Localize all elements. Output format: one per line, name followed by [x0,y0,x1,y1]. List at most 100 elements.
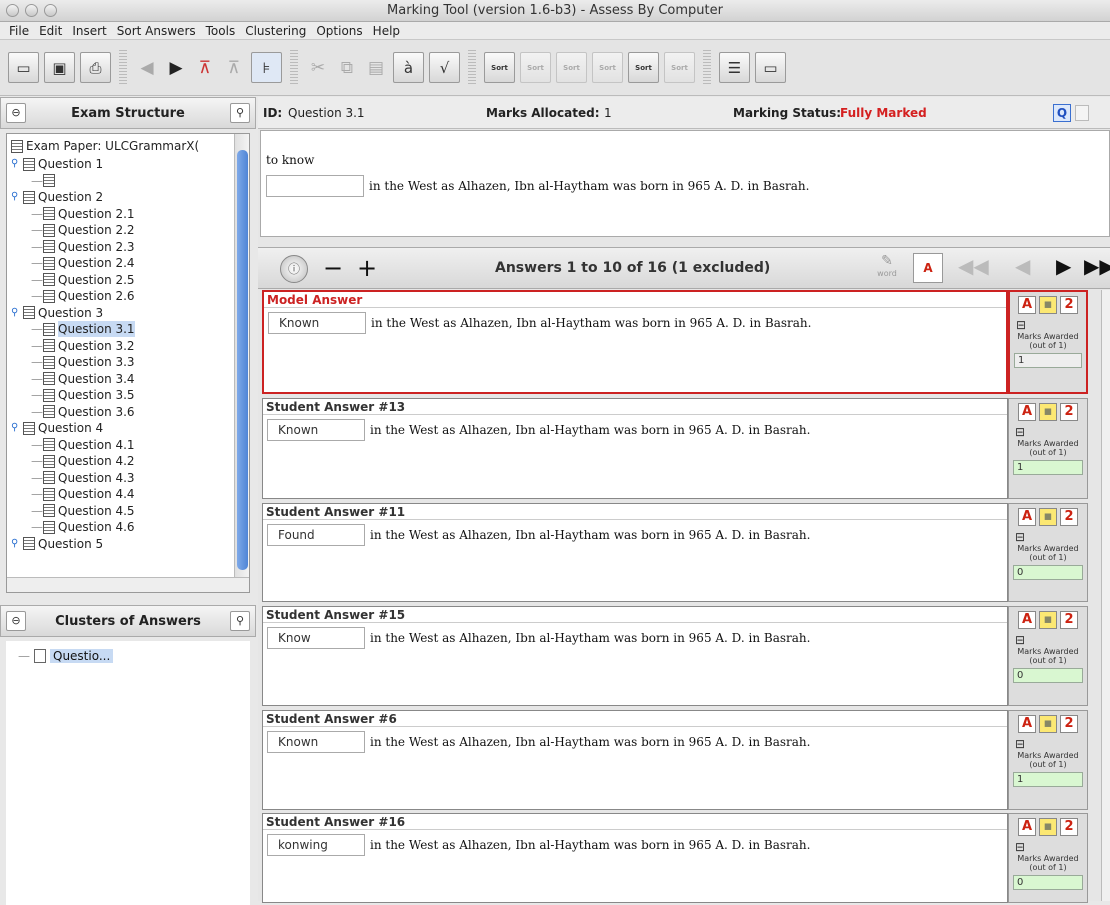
mark-input[interactable]: 0 [1013,875,1083,890]
toolbar-grip-4[interactable] [703,49,711,86]
tree-item[interactable]: ⚲ Question 5 [11,536,103,552]
model-answer-card[interactable]: Model Answer Known in the West as Alhazen,… [262,290,1008,394]
sort-a-icon[interactable]: Sort [556,52,587,83]
annotate-icon[interactable]: A [1018,715,1036,733]
tree-toggle-icon[interactable]: ⚲ [11,156,21,172]
tree-scroll-thumb[interactable] [237,150,248,570]
tree-item[interactable]: — Question 4.6 [31,519,135,535]
tree-toggle-icon[interactable]: ⚲ [11,189,21,205]
zoom-out-button[interactable]: − [318,254,348,284]
menu-insert[interactable]: Insert [67,22,111,39]
student-answer-card[interactable]: Student Answer #11 Found in the West as Al… [262,503,1008,602]
tree-item[interactable]: ⚲ Question 3 [11,305,103,321]
tree-item[interactable]: — Question 2.2 [31,222,135,238]
answer-fill[interactable]: Found [267,524,365,546]
highlight-icon[interactable]: 2 [1060,403,1078,421]
info-icon[interactable]: ⓘ [280,255,308,283]
answer-fill[interactable]: Know [267,627,365,649]
lock-icon[interactable]: ⊟ [1009,530,1087,544]
tree-item[interactable]: — Question 4.3 [31,470,135,486]
accent-icon[interactable]: à [393,52,424,83]
student-answer-card[interactable]: Student Answer #15 Know in the West as Alh… [262,606,1008,706]
tree-toggle-icon[interactable]: ⚲ [11,536,21,552]
minimize-window-button[interactable] [25,4,38,17]
mark-input[interactable]: 1 [1013,460,1083,475]
pin-clusters-icon[interactable]: ⚲ [230,611,250,631]
tree-item[interactable]: — Question 2.1 [31,206,135,222]
student-answer-card[interactable]: Student Answer #6 Known in the West as Alh… [262,710,1008,810]
sort-id-icon[interactable]: Sort [664,52,695,83]
tree-expand-icon[interactable]: ⊼ [193,52,217,83]
note-icon[interactable]: ▪ [1039,611,1057,629]
annotate-icon[interactable]: A [1018,296,1036,314]
note-icon[interactable]: ▪ [1039,818,1057,836]
tree-item[interactable]: — Question 2.4 [31,255,135,271]
exam-structure-tree[interactable]: Exam Paper: ULCGrammarX( ⚲ Question 1 — ⚲ Qu… [6,133,250,593]
zoom-window-button[interactable] [44,4,57,17]
tree-vertical-scrollbar[interactable] [234,134,249,592]
tree-collapse-icon[interactable]: ⊼ [222,52,246,83]
highlight-icon[interactable]: 2 [1060,611,1078,629]
menu-tools[interactable]: Tools [201,22,241,39]
student-answer-card[interactable]: Student Answer #16 konwing in the West as … [262,813,1008,903]
student-answer-card[interactable]: Student Answer #13 Known in the West as Al… [262,398,1008,499]
tree-item[interactable]: ⚲ Question 4 [11,420,103,436]
menu-sort-answers[interactable]: Sort Answers [112,22,201,39]
tree-item[interactable]: — Question 3.3 [31,354,135,370]
lock-icon[interactable]: ⊟ [1009,737,1087,751]
tree-toggle-icon[interactable]: ⚲ [11,420,21,436]
toolbar-grip-3[interactable] [468,49,476,86]
menu-file[interactable]: File [4,22,34,39]
close-window-button[interactable] [6,4,19,17]
sort-icon[interactable]: Sort [520,52,551,83]
tree-toggle-icon[interactable]: ⚲ [11,305,21,321]
note-icon[interactable]: ▪ [1039,715,1057,733]
word-sort-button[interactable]: ✎ word [873,253,901,283]
menu-options[interactable]: Options [311,22,367,39]
menu-help[interactable]: Help [368,22,405,39]
tree-item[interactable]: — Question 4.1 [31,437,135,453]
sort-1-icon[interactable]: Sort [484,52,515,83]
highlight-icon[interactable]: 2 [1060,508,1078,526]
tree-item[interactable]: ⚲ Question 2 [11,189,103,205]
sort-hash-icon[interactable]: Sort [628,52,659,83]
tree-item[interactable]: — Question 2.6 [31,288,135,304]
forward-icon[interactable]: ▶ [164,52,188,83]
tree-root[interactable]: Exam Paper: ULCGrammarX( [11,138,199,154]
highlight-icon[interactable]: 2 [1060,818,1078,836]
next-page-icon[interactable]: ▶ [1056,254,1071,278]
tree-item[interactable]: — Question 3.4 [31,371,135,387]
print-preview-icon[interactable]: ▭ [755,52,786,83]
lock-icon[interactable]: ⊟ [1009,425,1087,439]
answer-fill[interactable]: konwing [267,834,365,856]
collapse-clusters-icon[interactable]: ⊖ [6,611,26,631]
lock-icon[interactable]: ⊟ [1009,633,1087,647]
spellcheck-icon[interactable]: A [913,253,943,283]
annotate-icon[interactable]: A [1018,611,1036,629]
back-icon[interactable]: ◀ [135,52,159,83]
collapse-panel-icon[interactable]: ⊖ [6,103,26,123]
zoom-in-button[interactable]: + [352,254,382,284]
answer-view-icon[interactable] [1075,104,1089,121]
highlight-icon[interactable]: 2 [1060,715,1078,733]
sort-lock-icon[interactable]: Sort [592,52,623,83]
answer-fill[interactable]: Known [267,419,365,441]
tree-item[interactable]: — [31,173,58,189]
tree-item[interactable]: — Question 3.6 [31,404,135,420]
mark-input[interactable]: 1 [1013,772,1083,787]
save-icon[interactable]: ▣ [44,52,75,83]
menu-clustering[interactable]: Clustering [240,22,311,39]
tree-item[interactable]: — Question 3.5 [31,387,135,403]
annotate-icon[interactable]: A [1018,818,1036,836]
mark-input[interactable]: 1 [1014,353,1082,368]
toolbar-grip[interactable] [119,49,127,86]
mark-input[interactable]: 0 [1013,668,1083,683]
highlight-icon[interactable]: 2 [1060,296,1078,314]
tree-item[interactable]: — Question 3.1 [31,321,135,337]
cut-icon[interactable]: ✂ [306,52,330,83]
tree-item[interactable]: — Question 2.3 [31,239,135,255]
open-icon[interactable]: ▭ [8,52,39,83]
previous-page-icon[interactable]: ◀ [1015,254,1030,278]
annotate-icon[interactable]: A [1018,508,1036,526]
lock-icon[interactable]: ⊟ [1009,840,1087,854]
